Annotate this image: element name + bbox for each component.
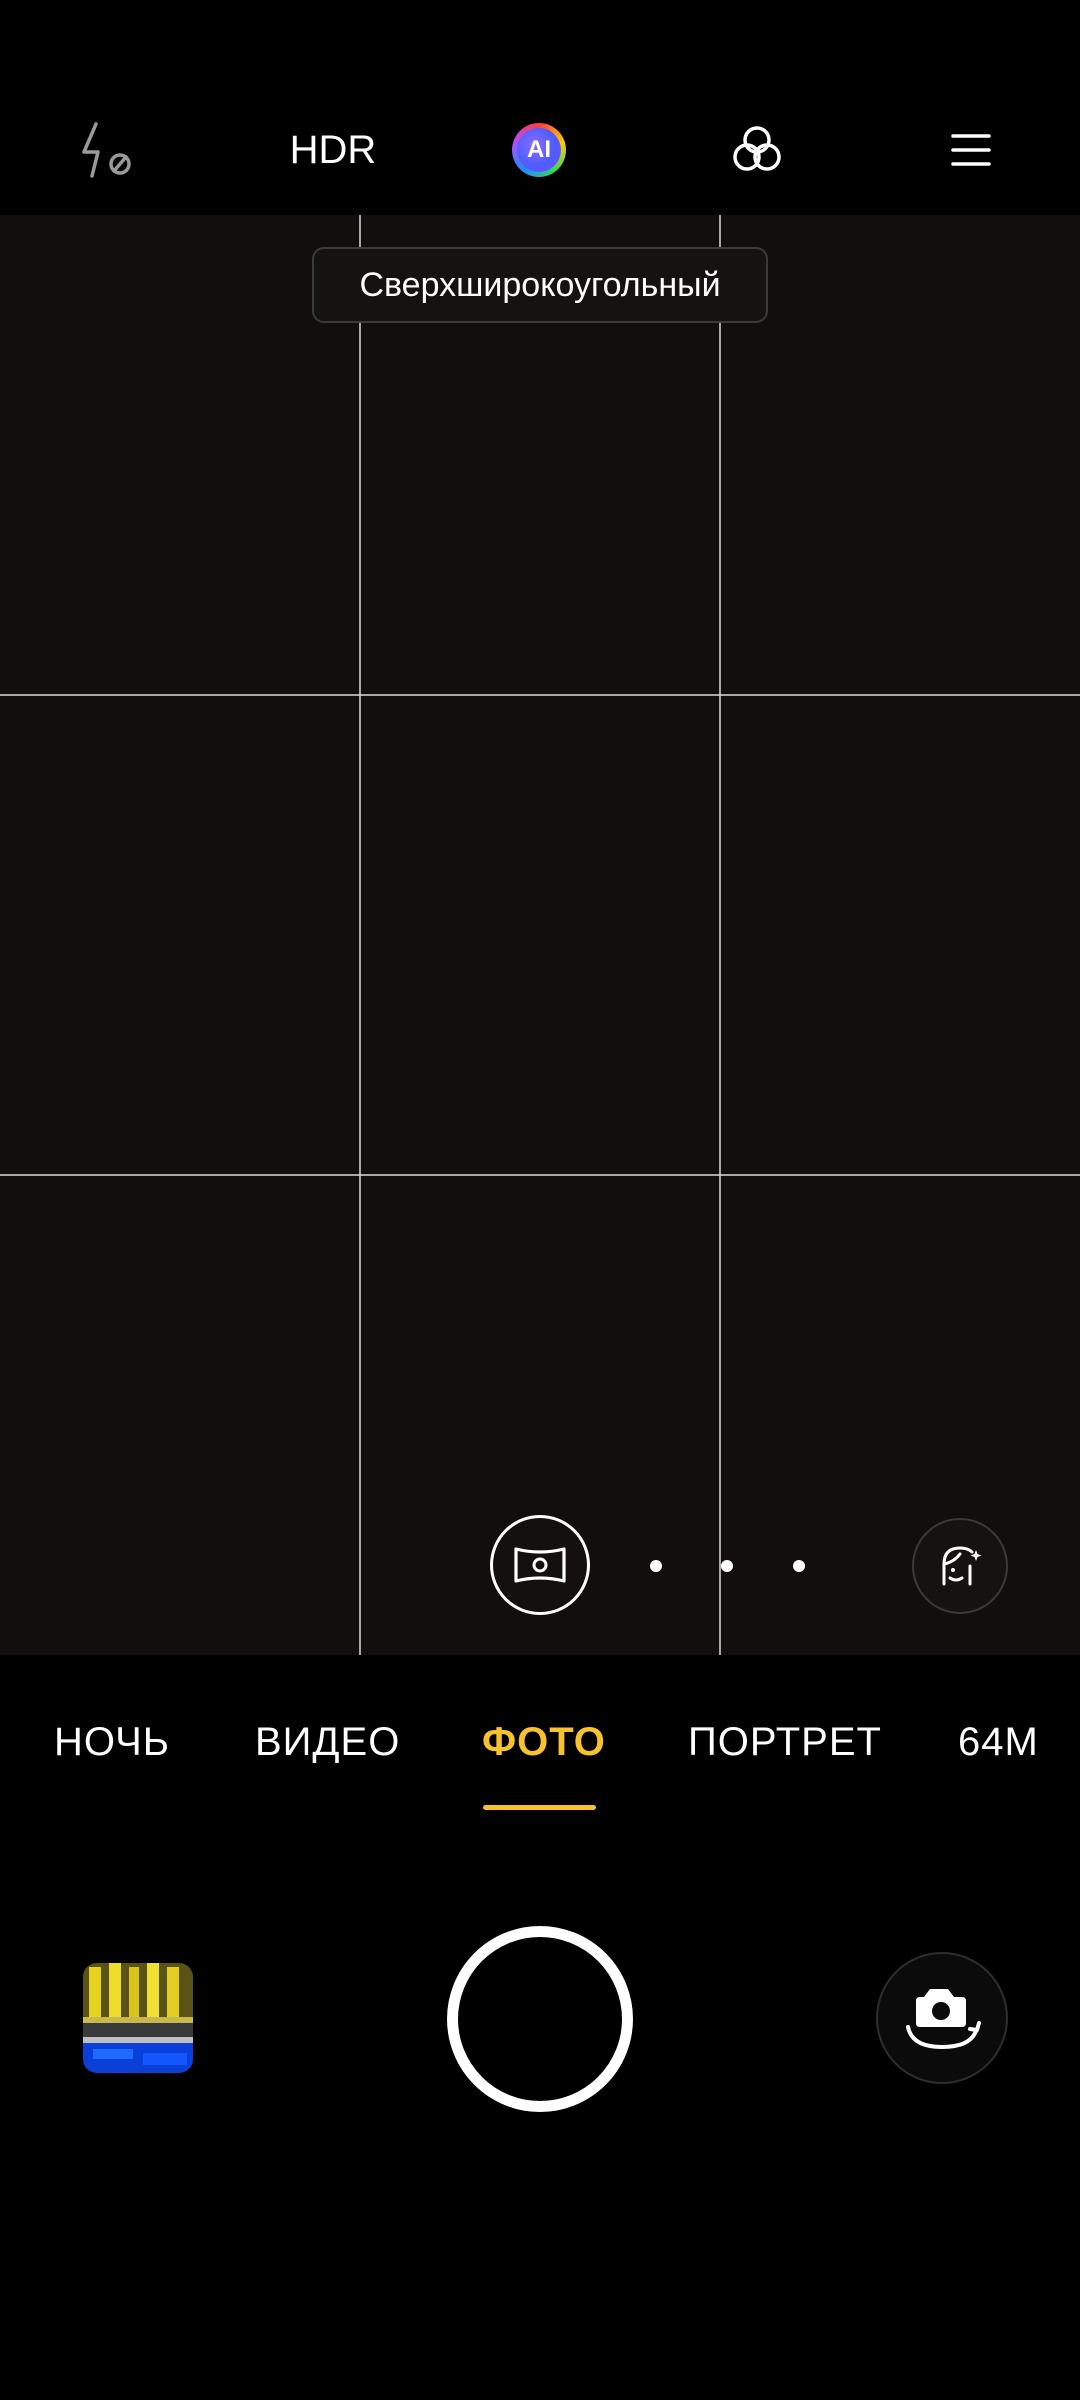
shutter-button[interactable] [447,1926,633,2112]
mode-portrait[interactable]: ПОРТРЕТ [688,1720,882,1765]
mode-64m[interactable]: 64M [958,1720,1039,1765]
menu-icon[interactable] [926,112,1016,188]
top-toolbar: HDR AI [0,0,1080,215]
mode-night[interactable]: НОЧЬ [54,1720,170,1765]
beauty-button[interactable] [912,1518,1008,1614]
grid-line [0,1174,1080,1176]
gallery-thumbnail[interactable] [83,1963,193,2073]
hdr-label: HDR [289,127,377,172]
selected-mode-indicator [483,1805,596,1810]
mode-dot[interactable] [721,1560,733,1572]
camera-app: HDR AI Сверхширокоугольный НОЧЬ ВИДЕО ФО… [0,0,1080,2400]
ai-icon: AI [512,123,566,177]
panorama-button[interactable] [490,1515,590,1615]
mode-video[interactable]: ВИДЕО [255,1720,400,1765]
mode-dot[interactable] [650,1560,662,1572]
hdr-button[interactable]: HDR [278,112,388,188]
flash-off-icon[interactable] [62,112,152,188]
viewfinder[interactable]: Сверхширокоугольный [0,215,1080,1655]
mode-photo[interactable]: ФОТО [482,1720,606,1765]
grid-line [719,215,721,1655]
mode-dot[interactable] [793,1560,805,1572]
ai-scene-button[interactable]: AI [494,112,584,188]
lens-mode-text: Сверхширокоугольный [359,265,721,304]
ai-label: AI [517,128,561,172]
filters-icon[interactable] [712,112,802,188]
gallery-preview-image [83,1963,193,2073]
switch-camera-icon [906,1989,981,2050]
lens-mode-label[interactable]: Сверхширокоугольный [312,247,768,323]
grid-line [0,694,1080,696]
mode-selector: НОЧЬ ВИДЕО ФОТО ПОРТРЕТ 64M [0,1655,1080,1855]
beauty-face-icon [942,1546,982,1586]
panorama-icon [514,1547,566,1583]
switch-camera-button[interactable] [876,1952,1008,2084]
grid-line [359,215,361,1655]
capture-controls [0,1855,1080,2400]
